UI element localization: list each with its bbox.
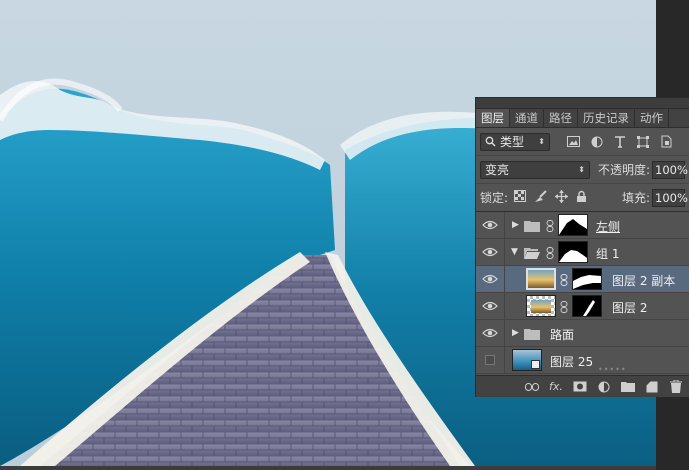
open-folder-icon — [524, 248, 540, 259]
add-mask-icon[interactable] — [573, 380, 587, 394]
eye-icon[interactable] — [482, 246, 498, 258]
link-icon[interactable] — [546, 247, 554, 259]
blend-row: 变亮 ⬍ 不透明度: 100% — [476, 156, 689, 184]
panel-tabs: 图层 通道 路径 历史记录 动作 — [476, 109, 689, 128]
layer-row-group-1[interactable]: ▼ 组 1 — [476, 239, 689, 266]
layer-mask-thumbnail[interactable] — [558, 214, 588, 236]
layer-row-layer-2-copy[interactable]: 图层 2 副本 — [476, 266, 689, 293]
layer-thumbnail[interactable] — [526, 295, 556, 317]
tab-channels[interactable]: 通道 — [510, 109, 544, 127]
lock-all-icon[interactable] — [576, 190, 587, 206]
eye-icon[interactable] — [482, 273, 498, 285]
blend-mode-dropdown[interactable]: 变亮 ⬍ — [480, 160, 590, 179]
layer-mask-thumbnail[interactable] — [558, 241, 588, 263]
delete-layer-icon[interactable] — [669, 380, 683, 394]
link-icon[interactable] — [546, 220, 554, 232]
tab-paths[interactable]: 路径 — [544, 109, 578, 127]
blend-mode-value: 变亮 — [485, 163, 510, 177]
eye-icon[interactable] — [482, 219, 498, 231]
layer-name[interactable]: 图层 25 — [550, 353, 593, 370]
opacity-input[interactable]: 100% — [652, 160, 688, 179]
fill-label: 填充: — [621, 191, 650, 205]
tab-layers[interactable]: 图层 — [476, 109, 510, 127]
fill-input[interactable]: 100% — [652, 188, 688, 207]
eye-icon[interactable] — [482, 327, 498, 339]
canvas-bottom-edge — [0, 466, 656, 470]
layer-thumbnail[interactable] — [526, 268, 556, 290]
folder-icon — [524, 329, 540, 340]
opacity-label: 不透明度: — [597, 163, 650, 177]
collapsed-arrow-icon[interactable]: ▶ — [512, 220, 519, 230]
adjustment-layer-icon[interactable] — [597, 380, 611, 394]
layer-name[interactable]: 组 1 — [596, 245, 619, 262]
layer-row-layer-25[interactable]: 图层 25 — [476, 347, 689, 374]
smart-object-filter-icon[interactable] — [658, 134, 673, 149]
type-filter-icon[interactable] — [612, 134, 627, 149]
new-group-icon[interactable] — [621, 380, 635, 394]
filter-type-label: 类型 — [500, 135, 525, 149]
layer-row-left-group[interactable]: ▶ 左侧 — [476, 212, 689, 239]
new-layer-icon[interactable] — [645, 380, 659, 394]
link-icon[interactable] — [560, 274, 568, 286]
filter-type-dropdown[interactable]: 类型 ⬍ — [480, 132, 550, 151]
tab-actions[interactable]: 动作 — [635, 109, 669, 127]
layers-bottom-bar: fx. — [476, 375, 689, 397]
layers-panel: 图层 通道 路径 历史记录 动作 类型 ⬍ 变亮 ⬍ 不透明度: 100% 锁定… — [475, 97, 689, 397]
image-filter-icon[interactable] — [566, 134, 581, 149]
lock-label: 锁定: — [480, 191, 509, 205]
layer-mask-thumbnail[interactable] — [572, 295, 602, 317]
tab-history[interactable]: 历史记录 — [578, 109, 635, 127]
search-icon — [485, 136, 496, 147]
layer-row-road-group[interactable]: ▶ 路面 — [476, 320, 689, 347]
eye-icon[interactable] — [482, 300, 498, 312]
smart-object-thumbnail[interactable] — [512, 349, 542, 371]
lock-image-pixels-icon[interactable] — [534, 189, 547, 206]
shape-filter-icon[interactable] — [635, 134, 650, 149]
layer-name[interactable]: 图层 2 副本 — [612, 272, 675, 289]
folder-icon — [524, 221, 540, 232]
lock-row: 锁定: 填充: 100% — [476, 184, 689, 212]
layers-list: ▶ 左侧 ▼ 组 1 图层 2 副本 图层 2 ▶ 路面 图层 25 — [476, 212, 689, 374]
layer-name[interactable]: 路面 — [550, 326, 574, 343]
updown-arrows-icon: ⬍ — [538, 137, 545, 146]
visibility-off-box[interactable] — [485, 355, 495, 365]
updown-arrows-icon: ⬍ — [578, 165, 585, 174]
resize-grip-icon[interactable]: ••••• — [598, 365, 627, 374]
fx-icon[interactable]: fx. — [549, 380, 563, 394]
layer-mask-thumbnail[interactable] — [572, 268, 602, 290]
collapsed-arrow-icon[interactable]: ▶ — [512, 328, 519, 338]
lock-position-icon[interactable] — [555, 189, 569, 206]
layer-name[interactable]: 图层 2 — [612, 299, 647, 316]
filter-row: 类型 ⬍ — [476, 128, 689, 156]
layer-row-layer-2[interactable]: 图层 2 — [476, 293, 689, 320]
expanded-arrow-icon[interactable]: ▼ — [511, 247, 518, 257]
lock-transparent-pixels-icon[interactable] — [514, 190, 527, 205]
layer-name[interactable]: 左侧 — [596, 218, 620, 235]
adjustment-filter-icon[interactable] — [589, 134, 604, 149]
link-icon[interactable] — [560, 301, 568, 313]
panel-title-bar[interactable] — [476, 98, 689, 109]
link-layers-icon[interactable] — [525, 380, 539, 394]
